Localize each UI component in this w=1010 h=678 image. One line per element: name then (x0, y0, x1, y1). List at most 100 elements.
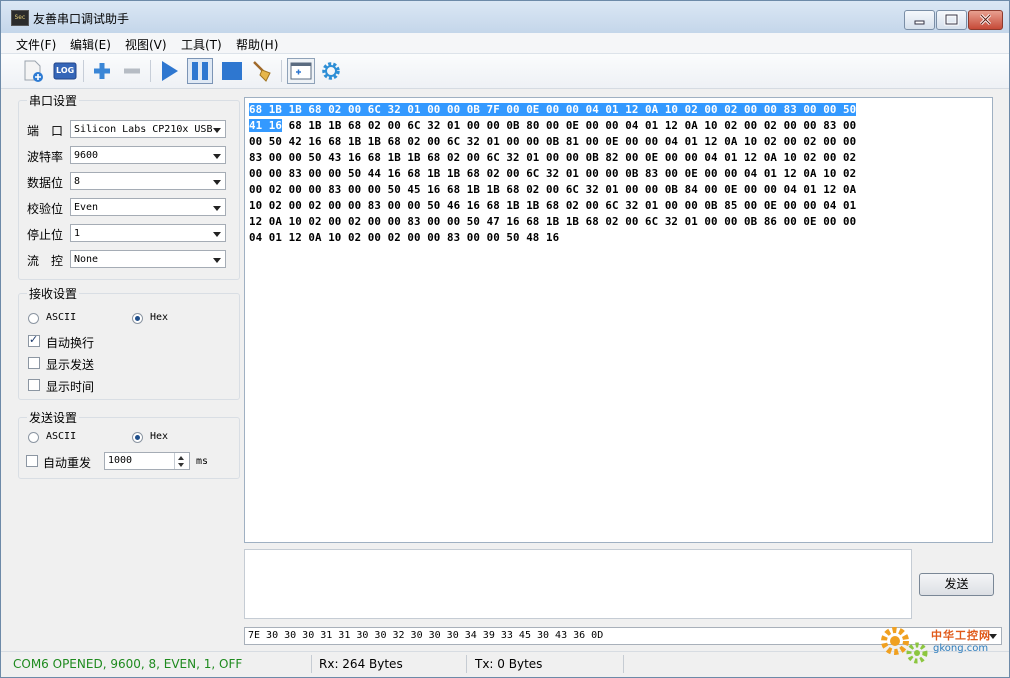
menu-view[interactable]: 视图(V) (125, 36, 167, 53)
pause-button[interactable] (187, 58, 213, 84)
send-hex-radio[interactable] (132, 432, 143, 443)
receive-settings-title: 接收设置 (27, 285, 80, 302)
minimize-button[interactable] (904, 10, 935, 30)
window-title: 友善串口调试助手 (33, 12, 130, 26)
send-ascii-radio[interactable] (28, 432, 39, 443)
receive-line: 00 00 83 00 00 50 44 16 68 1B 1B 68 02 0… (249, 167, 857, 180)
maximize-icon (944, 13, 959, 26)
watermark-url: gkong.com (933, 643, 989, 654)
remove-button[interactable] (119, 58, 145, 84)
watermark: 中华工控网 gkong.com (875, 623, 1007, 671)
chevron-up-icon (178, 456, 184, 460)
log-button[interactable]: LOG (52, 58, 78, 84)
pause-icon (192, 62, 208, 80)
close-button[interactable] (968, 10, 1003, 30)
flow-control-select[interactable]: None (70, 250, 226, 268)
app-icon: Sec (11, 10, 29, 26)
chevron-down-icon (213, 206, 221, 211)
toolbar-separator (83, 60, 84, 82)
send-textarea[interactable] (244, 549, 912, 619)
stop-bits-value: 1 (74, 228, 81, 239)
baud-value: 9600 (74, 150, 99, 161)
add-icon (94, 63, 110, 79)
receive-hex-radio[interactable] (132, 313, 143, 324)
receive-ascii-radio[interactable] (28, 313, 39, 324)
new-file-icon (24, 60, 43, 82)
receive-line: 10 02 00 02 00 00 83 00 00 50 46 16 68 1… (249, 199, 857, 212)
rx-count: Rx: 264 Bytes (319, 657, 403, 671)
menu-bar: 文件(F) 编辑(E) 视图(V) 工具(T) 帮助(H) (1, 33, 1009, 54)
receive-line: 12 0A 10 02 00 02 00 00 83 00 00 50 47 1… (249, 215, 857, 228)
port-status: COM6 OPENED, 9600, 8, EVEN, 1, OFF (13, 657, 243, 671)
chevron-down-icon (213, 232, 221, 237)
send-ascii-label: ASCII (46, 431, 77, 442)
play-button[interactable] (156, 58, 182, 84)
auto-wrap-label: 自动换行 (46, 336, 95, 350)
show-send-checkbox[interactable] (28, 357, 40, 369)
serial-settings-title: 串口设置 (27, 92, 80, 109)
play-icon (162, 61, 178, 81)
stop-icon (222, 62, 242, 80)
new-file-button[interactable] (20, 58, 46, 84)
selected-text: 68 1B 1B 68 02 00 6C 32 01 00 00 0B 7F 0… (249, 103, 857, 116)
stop-bits-select[interactable]: 1 (70, 224, 226, 242)
resend-interval-value: 1000 (108, 455, 133, 466)
receive-line: 68 1B 1B 68 02 00 6C 32 01 00 00 0B 7F 0… (249, 103, 857, 117)
gear-logo-icon (881, 627, 928, 664)
remove-icon (124, 68, 140, 74)
receive-line: 00 02 00 00 83 00 00 50 45 16 68 1B 1B 6… (249, 183, 857, 196)
close-icon (979, 13, 992, 26)
receive-ascii-label: ASCII (46, 312, 77, 323)
send-hex-label: Hex (150, 431, 169, 442)
show-time-label: 显示时间 (46, 380, 95, 394)
receive-line: 04 01 12 0A 10 02 00 02 00 00 83 00 00 5… (249, 231, 560, 244)
window-icon (290, 62, 312, 80)
parity-select[interactable]: Even (70, 198, 226, 216)
watermark-text: 中华工控网 (931, 629, 991, 642)
window-button[interactable] (287, 58, 315, 84)
toolbar-separator (281, 60, 282, 82)
baud-select[interactable]: 9600 (70, 146, 226, 164)
status-bar: COM6 OPENED, 9600, 8, EVEN, 1, OFF Rx: 2… (1, 651, 1009, 677)
resend-interval-spinner[interactable]: 1000 (104, 452, 190, 470)
show-time-checkbox[interactable] (28, 379, 40, 391)
auto-wrap-checkbox[interactable] (28, 333, 40, 347)
menu-edit[interactable]: 编辑(E) (70, 36, 111, 53)
title-bar[interactable]: Sec 友善串口调试助手 (1, 1, 1009, 33)
data-bits-select[interactable]: 8 (70, 172, 226, 190)
parity-value: Even (74, 202, 99, 213)
chevron-down-icon (213, 128, 221, 133)
port-select[interactable]: Silicon Labs CP210x USB (70, 120, 226, 138)
selected-text: 41 16 (249, 119, 283, 132)
menu-help[interactable]: 帮助(H) (236, 36, 278, 53)
auto-resend-checkbox[interactable] (26, 455, 38, 467)
settings-button[interactable] (318, 58, 344, 84)
minimize-icon (914, 20, 925, 25)
send-history-value: 7E 30 30 30 31 31 30 30 32 30 30 30 34 3… (248, 630, 604, 641)
chevron-down-icon (213, 154, 221, 159)
gear-icon (322, 62, 340, 80)
settings-panel: 串口设置 端 口 Silicon Labs CP210x USB 波特率 960… (16, 91, 240, 479)
send-settings-group: 发送设置 ASCII Hex 自动重发 1000 ms (18, 409, 240, 479)
auto-resend-label: 自动重发 (43, 456, 92, 470)
add-button[interactable] (89, 58, 115, 84)
receive-hex-label: Hex (150, 312, 169, 323)
clear-button[interactable] (250, 58, 276, 84)
chevron-down-icon (178, 463, 184, 467)
flow-control-value: None (74, 254, 99, 265)
broom-icon (253, 61, 271, 82)
receive-textarea[interactable]: 68 1B 1B 68 02 00 6C 32 01 00 00 0B 7F 0… (244, 97, 993, 543)
send-button[interactable]: 发送 (919, 573, 994, 596)
log-label: LOG (56, 66, 75, 75)
menu-tools[interactable]: 工具(T) (181, 36, 222, 53)
app-window: Sec 友善串口调试助手 文件(F) 编辑(E) 视图(V) 工具(T) 帮助(… (0, 0, 1010, 678)
maximize-button[interactable] (936, 10, 967, 30)
port-label: 端 口 (27, 124, 64, 138)
toolbar: LOG (1, 54, 1009, 89)
spinner-buttons[interactable] (174, 453, 189, 469)
receive-line: 41 16 68 1B 1B 68 02 00 6C 32 01 00 00 0… (249, 119, 856, 133)
menu-file[interactable]: 文件(F) (16, 36, 56, 53)
stop-button[interactable] (219, 58, 245, 84)
receive-line: 83 00 00 50 43 16 68 1B 1B 68 02 00 6C 3… (249, 151, 857, 164)
send-settings-title: 发送设置 (27, 409, 80, 426)
